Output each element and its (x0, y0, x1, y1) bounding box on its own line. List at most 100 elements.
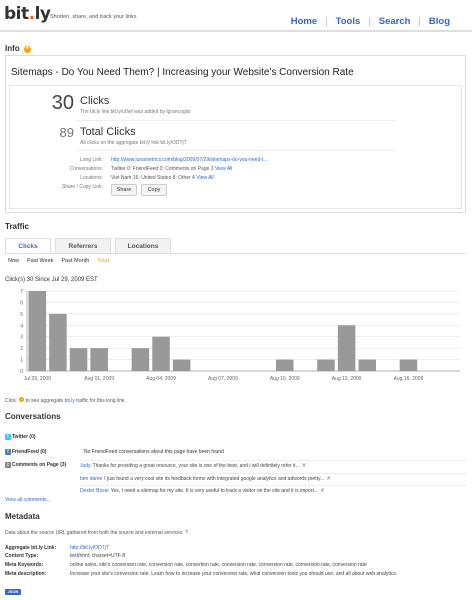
comment-author[interactable]: ben dame (80, 476, 102, 482)
stats-box: 30 Clicks The bit.ly link bit.ly/u0wf wa… (9, 85, 462, 209)
tab-clicks[interactable]: Clicks (5, 238, 51, 253)
long-link-url[interactable]: http://www.lunametrics.com/blog/2009/07/… (111, 157, 267, 163)
total-clicks-label: Total Clicks (80, 126, 136, 138)
share-copy-label: Share / Copy Link: (61, 184, 103, 190)
locations-label: Locations: (80, 175, 103, 181)
comment-permalink[interactable]: # (321, 488, 324, 494)
range-total[interactable]: Total (97, 258, 109, 264)
clicks-count: 30 (51, 92, 74, 114)
meta-description-label: Meta description: (5, 571, 47, 577)
meta-keywords-value: online sales, site's conversion rate, co… (70, 562, 367, 568)
clicks-label: Clicks (80, 95, 110, 107)
twitter-icon: t (5, 434, 11, 440)
help-prefix: Click (5, 398, 16, 404)
info-title: Info (5, 44, 20, 53)
twitter-label[interactable]: Twitter (0) (12, 434, 36, 440)
meta-content-type-value: text/html; charset=UTF-8 (70, 553, 126, 559)
help-bitly-link[interactable]: bit.ly (65, 398, 75, 404)
plus-icon[interactable]: + (23, 46, 31, 53)
range-now[interactable]: Now (8, 258, 19, 264)
nav-tools[interactable]: Tools (328, 16, 369, 27)
header: bit.ly Shorten, share, and track your li… (0, 0, 472, 30)
comment-text: Thanks for providing a great resource. y… (92, 463, 300, 469)
tabs-divider (5, 253, 466, 254)
clicks-chart: 0 1 2 3 4 5 6 7 Jul 29, 2009 Aug 01, 2009 Aug 04, … (20, 289, 460, 382)
locations-view-all[interactable]: View All (196, 175, 213, 181)
share-button[interactable]: Share (111, 184, 137, 196)
locations-value: Viet Nam 16; United States 8; Other 4 (111, 175, 195, 181)
meta-description-value: Increase your site's conversion rate. Le… (70, 571, 398, 577)
x-tick-label: Aug 01, 2009 (84, 376, 114, 382)
nav-search[interactable]: Search (371, 16, 419, 27)
header-divider (0, 30, 472, 32)
stats-divider (76, 120, 396, 121)
meta-aggregate-label: Aggregate bit.ly Link: (5, 545, 57, 551)
y-tick-label: 5 (20, 312, 23, 318)
bar (317, 359, 335, 371)
info-section-title: Info + (5, 44, 31, 53)
logo-main: bit (4, 4, 29, 24)
stats-divider (76, 150, 396, 151)
help-suffix: traffic for this long link. (76, 398, 126, 404)
clicks-note: The bit.ly link bit.ly/u0wf was added by… (80, 109, 191, 115)
metadata-title: Metadata (5, 512, 40, 521)
y-tick-label: 2 (20, 346, 23, 352)
tagline: Shorten, share, and track your links (50, 14, 137, 20)
tab-locations[interactable]: Locations (115, 238, 171, 253)
y-tick-label: 0 (20, 369, 23, 375)
top-nav: Home | Tools | Search | Blog (283, 16, 458, 27)
json-button[interactable]: JSON (5, 589, 21, 595)
friendfeed-icon: f (5, 449, 11, 455)
bar (49, 313, 67, 371)
bar (152, 336, 170, 371)
nav-home[interactable]: Home (283, 16, 325, 27)
bar (358, 359, 376, 371)
view-all-comments-link[interactable]: View all comments... (5, 497, 51, 503)
info-panel: Sitemaps - Do You Need Them? | Increasin… (5, 55, 466, 213)
nav-blog[interactable]: Blog (421, 16, 458, 27)
metadata-description: Data about the source URL gathered from … (5, 530, 188, 536)
x-tick-label: Aug 04, 2009 (146, 376, 176, 382)
locations-summary: Viet Nam 16; United States 8; Other 4 Vi… (111, 175, 214, 181)
comment-permalink[interactable]: # (303, 463, 306, 469)
x-tick-label: Aug 07, 2009 (208, 376, 238, 382)
meta-keywords-label: Meta Keywords: (5, 562, 44, 568)
bar (69, 348, 88, 371)
long-link-label: Long Link: (79, 157, 103, 163)
tab-referrers[interactable]: Referrers (55, 238, 111, 253)
time-range-selector: Now Past Week Past Month Total (8, 258, 109, 264)
comment-permalink[interactable]: # (327, 476, 330, 482)
conversations-summary: Twitter 0; FriendFeed 0; Comments on Pag… (111, 166, 232, 172)
comments-icon: c (5, 462, 11, 468)
conversations-label: Conversations: (69, 166, 103, 172)
comment-item: Judy Thanks for providing a great resourc… (80, 460, 466, 471)
plus-icon[interactable]: + (19, 397, 25, 402)
copy-button[interactable]: Copy (141, 184, 167, 196)
aggregate-help: Click + to see aggregate bit.ly traffic … (5, 397, 126, 404)
y-tick-label: 7 (20, 289, 23, 295)
bar (131, 348, 150, 371)
comment-text: I just found a very cool site its feedba… (104, 476, 325, 482)
conversations-view-all[interactable]: View All (215, 166, 232, 172)
friendfeed-note: No FriendFeed conversations about this p… (84, 449, 224, 455)
comment-author[interactable]: Judy (80, 463, 91, 469)
range-past-month[interactable]: Past Month (62, 258, 90, 264)
page-title: Sitemaps - Do You Need Them? | Increasin… (11, 67, 354, 78)
bitly-logo[interactable]: bit.ly (4, 4, 51, 24)
conversations-value: Twitter 0; FriendFeed 0; Comments on Pag… (111, 166, 214, 172)
help-icon[interactable]: ? (185, 530, 188, 536)
comment-text: Yes, I need a sitemap for my site. It is… (110, 488, 319, 494)
bar (172, 359, 191, 371)
y-tick-label: 6 (20, 300, 23, 306)
meta-aggregate-link[interactable]: http://bit.ly/ODTjT (70, 545, 450, 552)
friendfeed-label[interactable]: FriendFeed (0) (12, 449, 46, 455)
x-tick-label: Aug 10, 2009 (270, 376, 300, 382)
x-tick-label: Aug 13, 2009 (332, 376, 362, 382)
comment-author[interactable]: Dexter Bosie (80, 488, 109, 494)
comments-label[interactable]: Comments on Page (3) (12, 462, 66, 468)
total-clicks-note: All clicks on the aggregate bit.ly link … (80, 140, 187, 146)
x-tick-label: Jul 29, 2009 (24, 376, 51, 382)
range-past-week[interactable]: Past Week (27, 258, 54, 264)
traffic-tabs: Clicks Referrers Locations (5, 238, 175, 253)
clicks-since-label: Click(s) 30 Since Jul 29, 2009 EST (5, 277, 98, 283)
